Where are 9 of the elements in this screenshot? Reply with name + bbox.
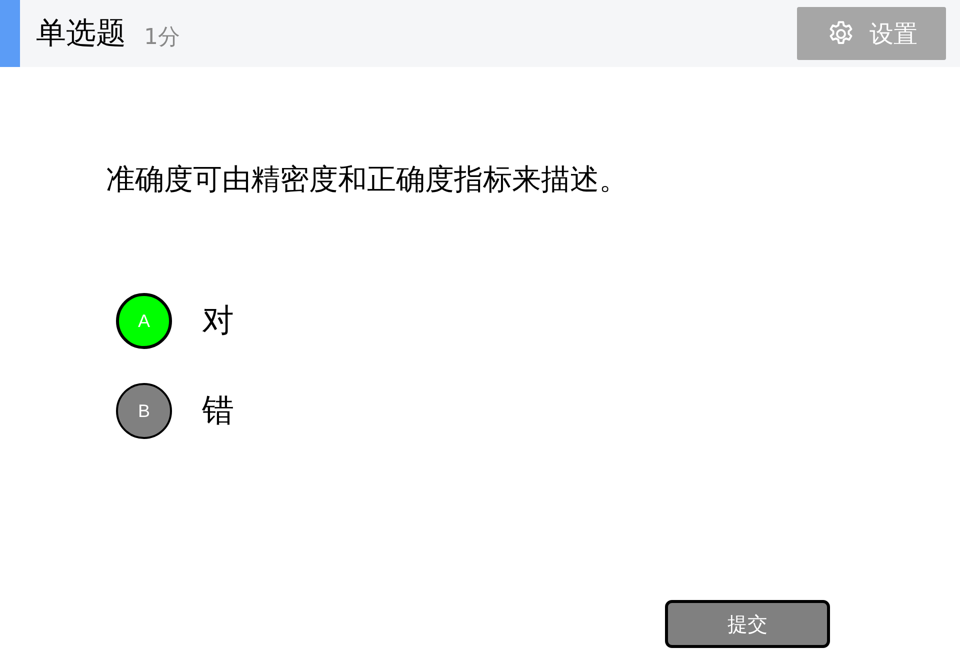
settings-button[interactable]: 设置	[797, 7, 946, 60]
question-type-title: 单选题	[36, 15, 126, 53]
submit-button[interactable]: 提交	[665, 600, 830, 648]
option-text: 对	[202, 300, 234, 341]
option-button[interactable]: B	[116, 383, 172, 439]
score-label: 1分	[144, 24, 180, 52]
question-text: 准确度可由精密度和正确度指标来描述。	[106, 161, 629, 198]
option-text: 错	[202, 390, 234, 431]
accent-bar	[0, 0, 20, 67]
